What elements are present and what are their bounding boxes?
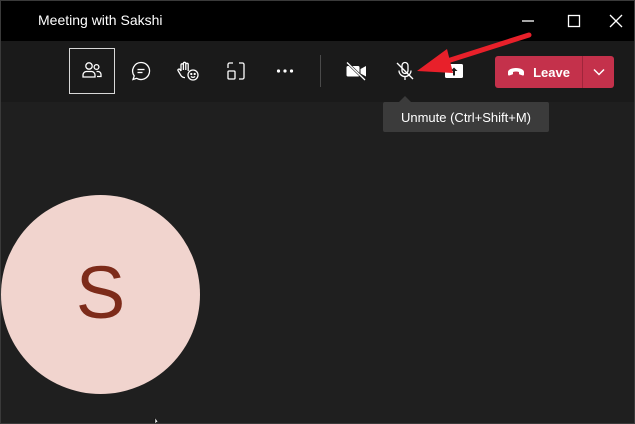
participant-avatar: S bbox=[1, 195, 200, 394]
share-icon bbox=[445, 64, 463, 78]
title-bar: Meeting with Sakshi bbox=[1, 1, 634, 41]
raise-hand-icon bbox=[177, 61, 199, 81]
leave-label: Leave bbox=[533, 64, 570, 80]
chat-button[interactable] bbox=[118, 48, 164, 94]
camera-off-icon bbox=[346, 61, 366, 81]
reactions-button[interactable] bbox=[165, 48, 211, 94]
more-icon bbox=[276, 69, 294, 73]
leave-options-button[interactable] bbox=[583, 56, 614, 88]
maximize-icon bbox=[567, 14, 581, 28]
unmute-tooltip: Unmute (Ctrl+Shift+M) bbox=[383, 102, 549, 132]
avatar-initial: S bbox=[75, 250, 126, 334]
close-button[interactable] bbox=[601, 7, 631, 35]
hang-up-icon bbox=[508, 68, 525, 76]
people-icon bbox=[82, 62, 102, 78]
minimize-button[interactable] bbox=[513, 7, 543, 35]
microphone-toggle-button[interactable] bbox=[382, 48, 428, 94]
close-icon bbox=[609, 14, 623, 28]
mic-off-icon bbox=[396, 61, 414, 80]
meeting-window: Meeting with Sakshi Leave Unmute (Ctrl+S… bbox=[0, 0, 635, 424]
chevron-down-icon bbox=[592, 68, 605, 76]
toolbar-divider bbox=[320, 55, 321, 87]
rooms-icon bbox=[227, 62, 245, 80]
meeting-toolbar: Leave bbox=[1, 41, 634, 102]
share-button[interactable] bbox=[431, 48, 477, 94]
more-options-button[interactable] bbox=[262, 48, 308, 94]
window-title: Meeting with Sakshi bbox=[38, 12, 163, 28]
chat-icon bbox=[131, 61, 151, 81]
maximize-button[interactable] bbox=[559, 7, 589, 35]
mouse-cursor-icon bbox=[154, 418, 159, 423]
rooms-button[interactable] bbox=[213, 48, 259, 94]
leave-button-group: Leave bbox=[495, 56, 614, 88]
participants-button[interactable] bbox=[69, 48, 115, 94]
tooltip-text: Unmute (Ctrl+Shift+M) bbox=[400, 109, 532, 125]
leave-button[interactable]: Leave bbox=[495, 56, 582, 88]
minimize-icon bbox=[522, 20, 534, 22]
camera-toggle-button[interactable] bbox=[334, 48, 380, 94]
